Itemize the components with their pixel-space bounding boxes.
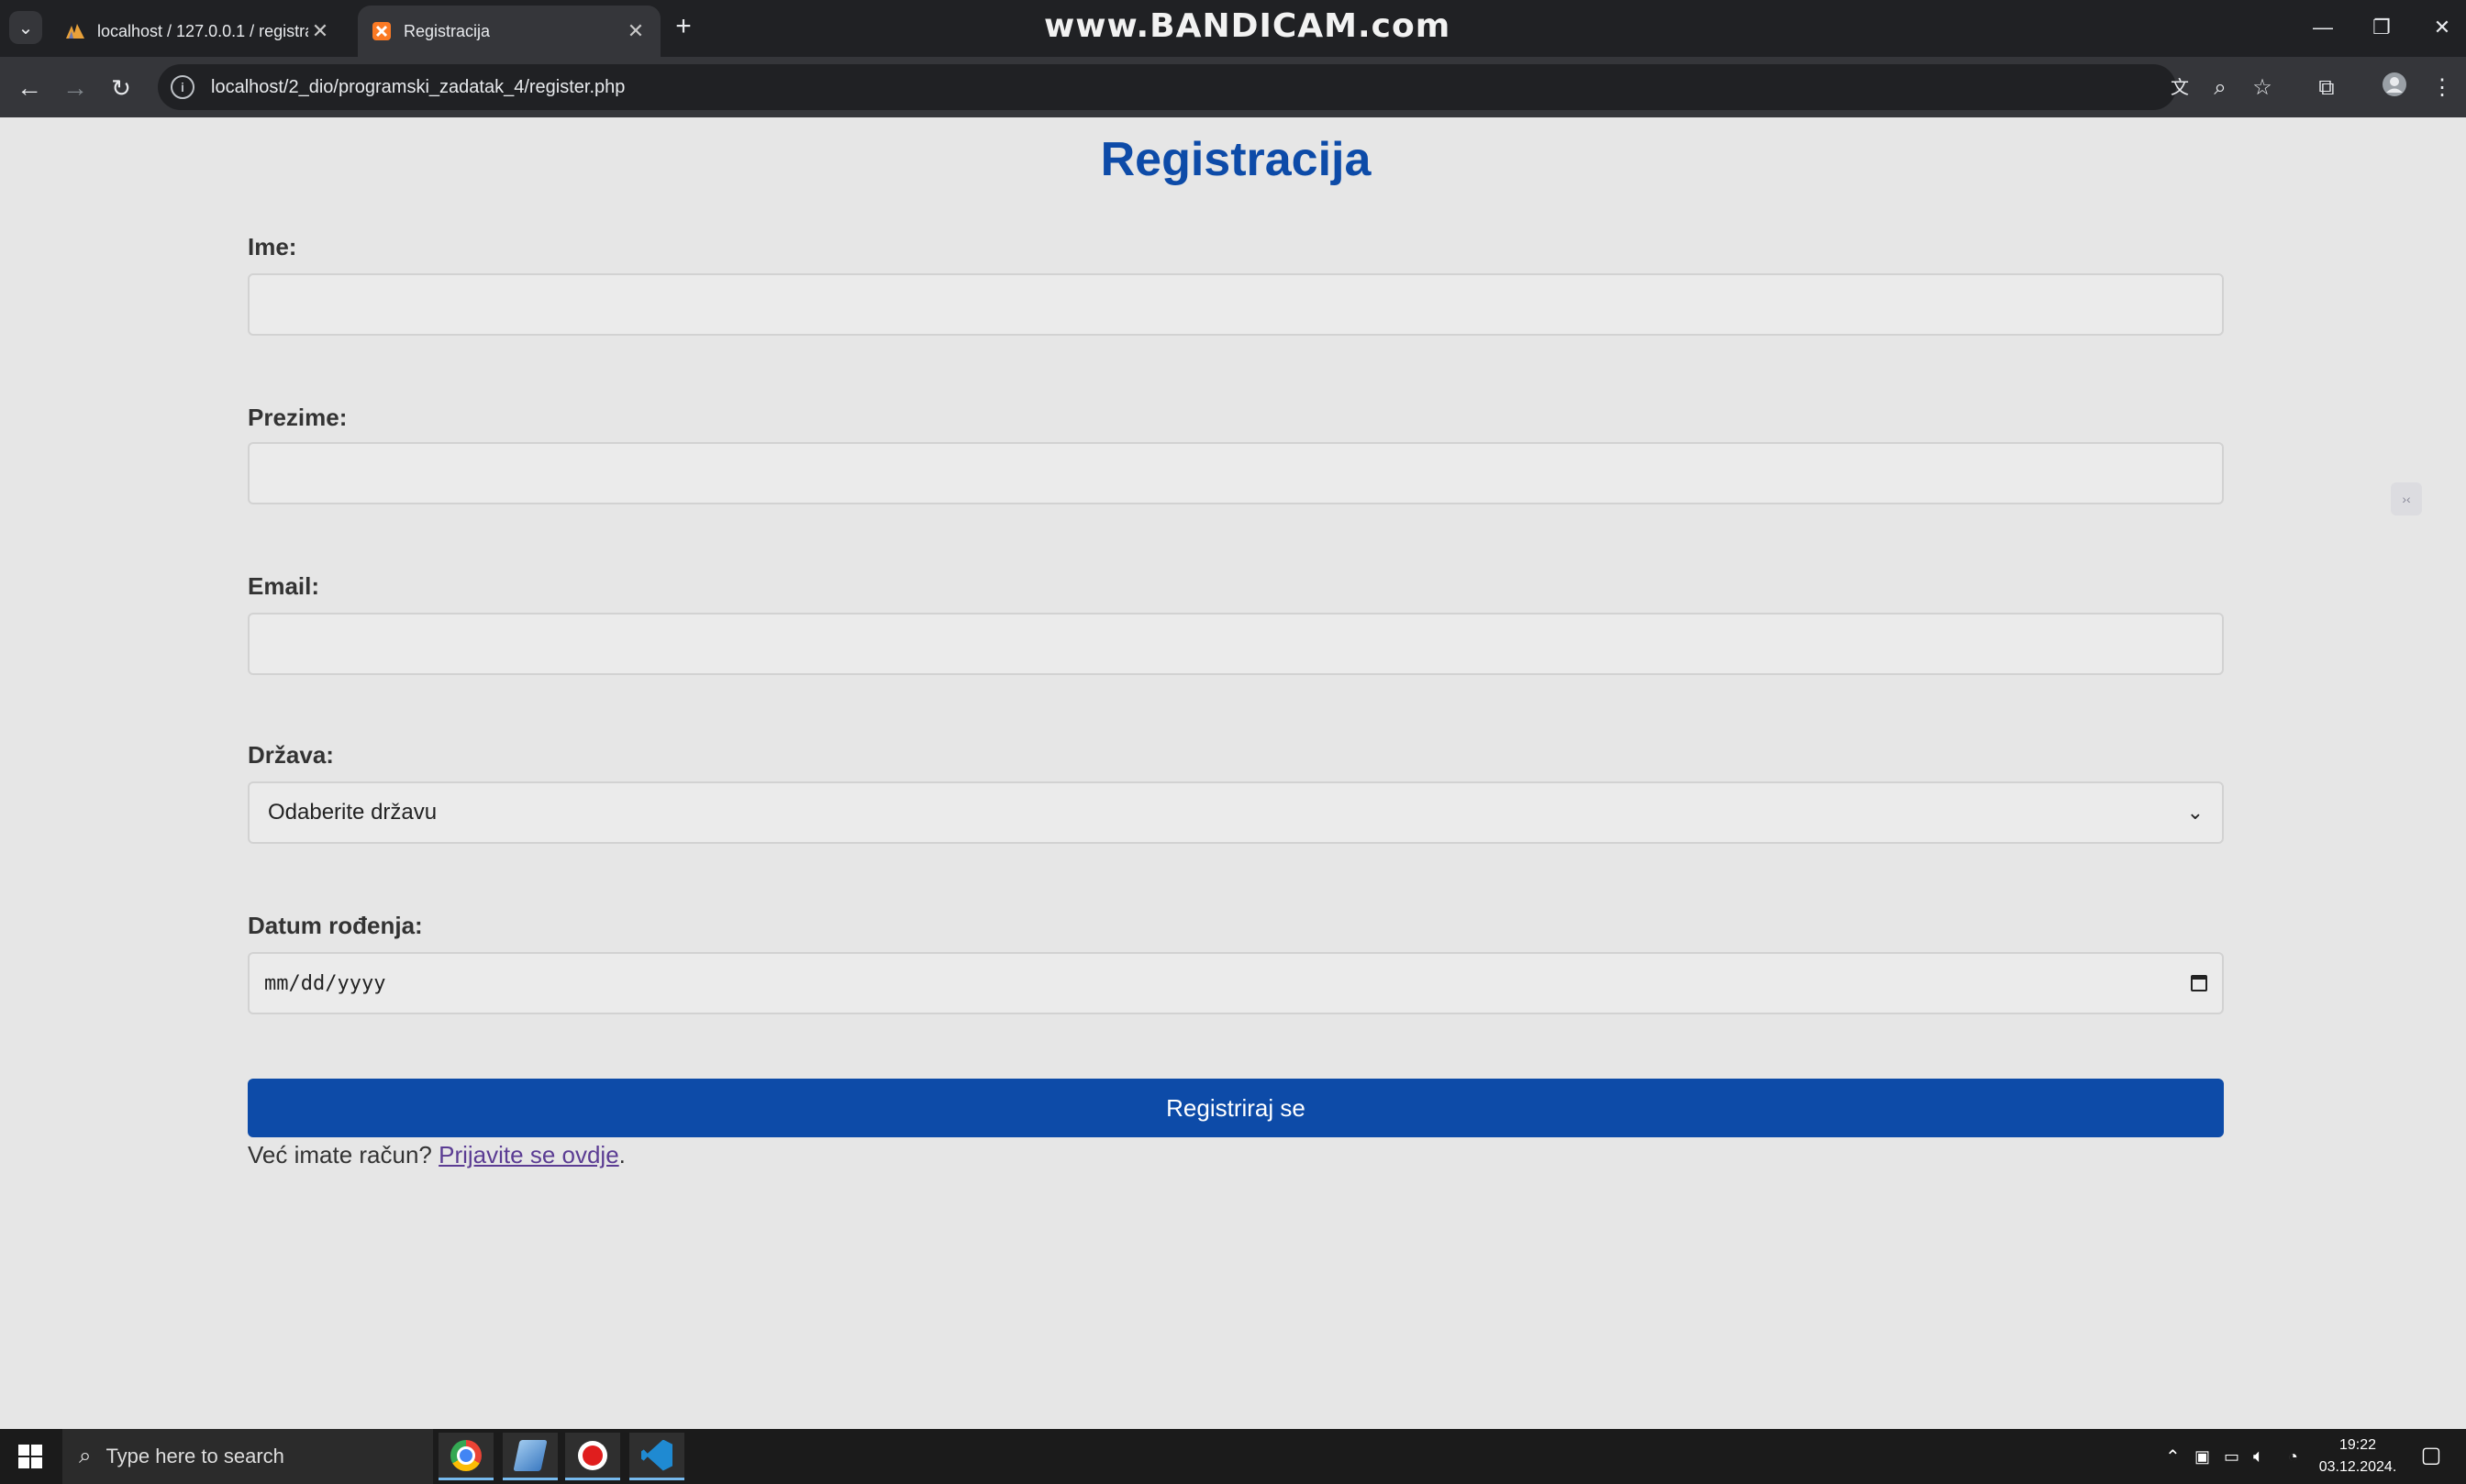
side-panel-icon[interactable]: ›‹ — [2391, 482, 2422, 515]
search-icon: ⌕ — [79, 1444, 92, 1468]
email-input[interactable] — [248, 613, 2224, 675]
tab-title: Registracija — [404, 21, 491, 40]
translate-icon[interactable]: 文 — [2163, 72, 2196, 105]
prezime-input[interactable] — [248, 442, 2224, 504]
restore-icon[interactable]: ❐ — [2363, 13, 2400, 42]
login-link[interactable]: Prijavite se ovdje — [439, 1141, 619, 1168]
tab-phpmyadmin[interactable]: localhost / 127.0.0.1 / registracija ✕ — [51, 6, 345, 57]
address-bar[interactable]: i localhost/2_dio/programski_zadatak_4/r… — [158, 64, 2176, 110]
clock-date: 03.12.2024. — [2318, 1459, 2397, 1475]
drzava-label: Država: — [248, 741, 334, 769]
email-label: Email: — [248, 572, 320, 600]
taskbar-bandicam[interactable] — [565, 1433, 620, 1480]
extensions-icon[interactable]: ⧉ — [2310, 72, 2343, 105]
windows-taskbar: ⌕ Type here to search ⌃ ▣ ▭ 🔈︎ ◔ 19:22 0… — [0, 1429, 2466, 1484]
notification-icon[interactable]: ▢ — [2418, 1442, 2444, 1467]
forward-icon[interactable]: → — [59, 72, 92, 105]
tab-title: localhost / 127.0.0.1 / registracija — [97, 21, 308, 40]
ime-label: Ime: — [248, 233, 297, 260]
chevron-down-icon: ⌄ — [2186, 801, 2204, 824]
taskbar-search-placeholder: Type here to search — [106, 1445, 284, 1467]
calendar-icon[interactable] — [2191, 975, 2207, 991]
site-info-icon[interactable]: i — [171, 75, 194, 99]
notepad-icon — [513, 1439, 548, 1471]
country-select-value: Odaberite državu — [268, 800, 438, 825]
battery-icon[interactable]: ▭ — [2224, 1429, 2239, 1484]
login-prompt: Već imate račun? Prijavite se ovdje. — [248, 1141, 626, 1169]
url-text: localhost/2_dio/programski_zadatak_4/reg… — [211, 76, 626, 97]
birthdate-input[interactable]: mm/dd/yyyy — [248, 952, 2224, 1014]
country-select[interactable]: Odaberite državu ⌄ — [248, 781, 2224, 844]
new-tab-button[interactable]: + — [670, 13, 697, 40]
back-icon[interactable]: ← — [13, 72, 46, 105]
tray-chevron-icon[interactable]: ⌃ — [2165, 1429, 2181, 1484]
reload-icon[interactable]: ↻ — [105, 72, 138, 105]
volume-icon[interactable]: 🔈︎ — [2253, 1429, 2264, 1484]
birthdate-label: Datum rođenja: — [248, 912, 423, 939]
tab-close-icon[interactable]: ✕ — [308, 19, 332, 43]
chrome-icon — [450, 1439, 482, 1471]
windows-logo-icon — [18, 1445, 42, 1468]
menu-kebab-icon[interactable]: ⋮ — [2426, 72, 2459, 105]
login-prompt-text: Već imate račun? — [248, 1141, 432, 1168]
tab-search-icon[interactable]: ⌄ — [9, 11, 42, 44]
birthdate-placeholder: mm/dd/yyyy — [264, 971, 386, 995]
page-content: Registracija Ime: Prezime: Email: Država… — [0, 117, 2466, 1429]
login-suffix: . — [618, 1141, 626, 1168]
minimize-icon[interactable]: — — [2305, 13, 2341, 42]
zoom-icon[interactable]: ⌕ — [2204, 72, 2237, 105]
bookmark-star-icon[interactable]: ☆ — [2246, 72, 2279, 105]
profile-avatar-icon[interactable] — [2378, 72, 2411, 105]
register-button[interactable]: Registriraj se — [248, 1079, 2224, 1137]
taskbar-notepad[interactable] — [503, 1433, 558, 1480]
prezime-label: Prezime: — [248, 404, 348, 431]
network-device-icon[interactable]: ▣ — [2194, 1429, 2210, 1484]
taskbar-chrome[interactable] — [439, 1433, 494, 1480]
bandicam-icon — [578, 1440, 607, 1470]
taskbar-clock[interactable]: 19:22 03.12.2024. — [2312, 1434, 2404, 1478]
vscode-icon — [641, 1439, 672, 1471]
bandicam-watermark: www.BANDICAM.com — [1044, 7, 1451, 45]
phpmyadmin-icon — [64, 20, 86, 42]
taskbar-vscode[interactable] — [629, 1433, 684, 1480]
browser-titlebar: ⌄ localhost / 127.0.0.1 / registracija ✕… — [0, 0, 2466, 57]
ime-input[interactable] — [248, 273, 2224, 336]
xampp-icon — [371, 20, 393, 42]
close-icon[interactable]: ✕ — [2424, 13, 2460, 42]
start-button[interactable] — [0, 1429, 61, 1484]
taskbar-search[interactable]: ⌕ Type here to search — [62, 1429, 433, 1484]
browser-toolbar: ← → ↻ i localhost/2_dio/programski_zadat… — [0, 57, 2466, 117]
wifi-icon[interactable]: ◔ — [2288, 1429, 2298, 1484]
clock-time: 19:22 — [2338, 1437, 2377, 1453]
tab-registracija[interactable]: Registracija ✕ — [358, 6, 661, 57]
page-title: Registracija — [1100, 133, 1372, 186]
tab-close-icon[interactable]: ✕ — [624, 19, 648, 43]
